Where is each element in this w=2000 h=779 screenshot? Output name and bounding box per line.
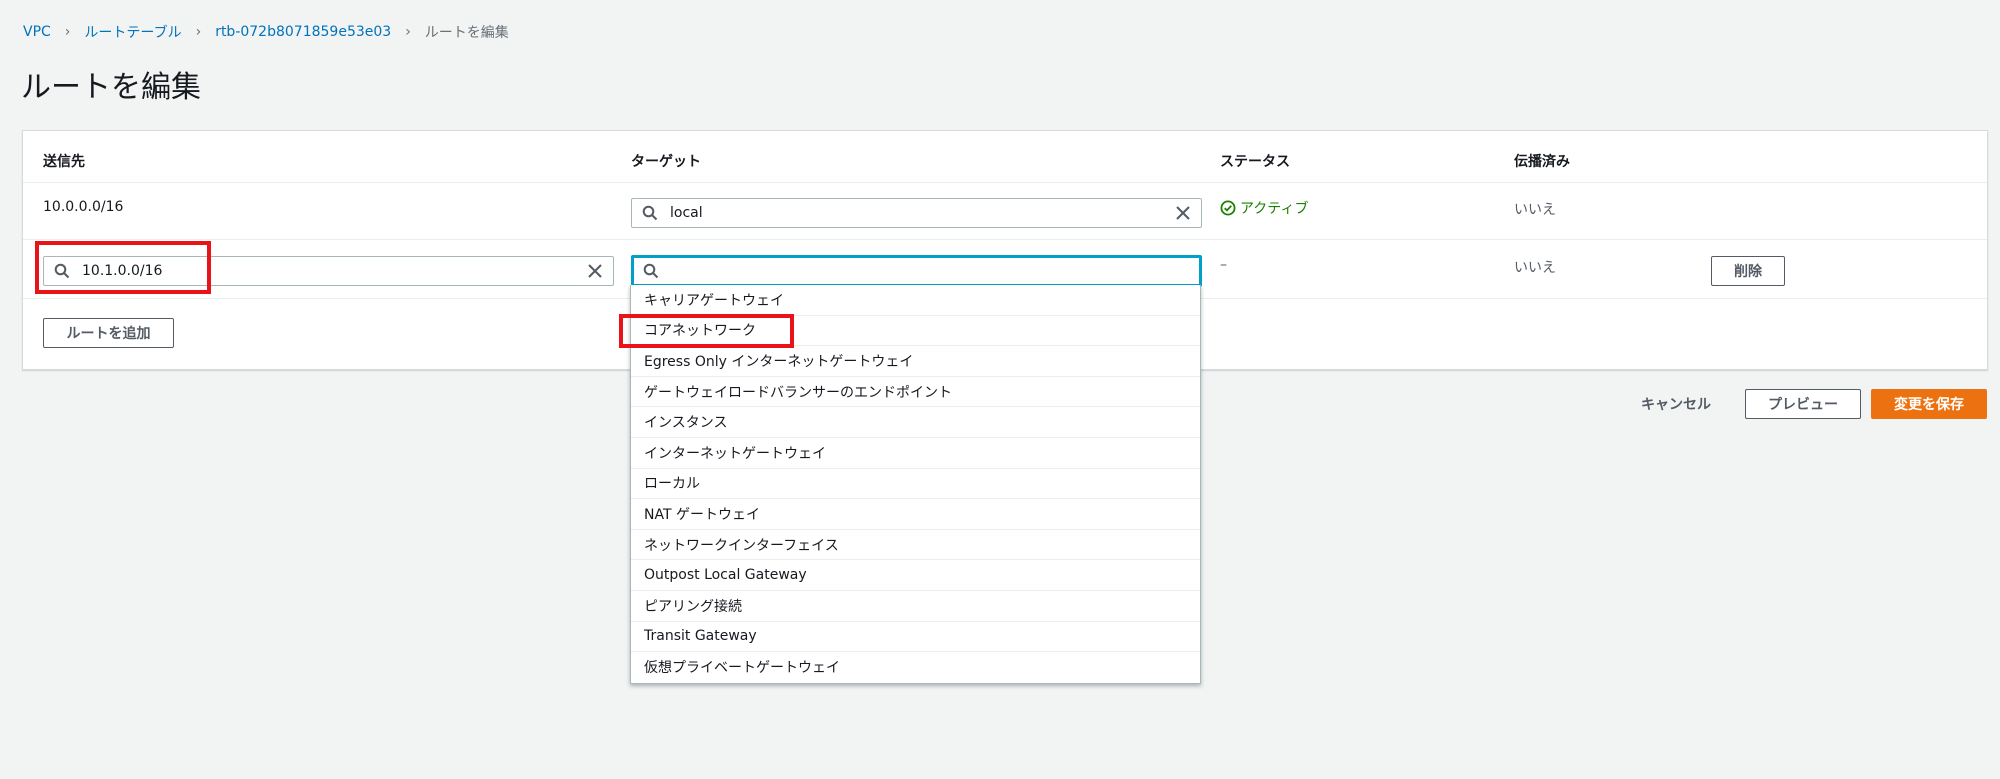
dropdown-option-local[interactable]: ローカル: [631, 469, 1200, 500]
preview-button[interactable]: プレビュー: [1745, 389, 1861, 419]
header-status: ステータス: [1220, 154, 1290, 170]
breadcrumb: VPC › ルートテーブル › rtb-072b8071859e53e03 › …: [23, 22, 509, 42]
remove-route-button[interactable]: 削除: [1711, 256, 1785, 286]
dropdown-option-transit-gateway[interactable]: Transit Gateway: [631, 622, 1200, 653]
breadcrumb-route-table-id[interactable]: rtb-072b8071859e53e03: [215, 24, 391, 40]
row2-destination-value: 10.1.0.0/16: [82, 263, 163, 279]
add-route-button[interactable]: ルートを追加: [43, 318, 174, 348]
dropdown-option-peering-connection[interactable]: ピアリング接続: [631, 591, 1200, 622]
breadcrumb-vpc[interactable]: VPC: [23, 24, 51, 40]
close-icon[interactable]: [587, 263, 603, 279]
divider: [23, 182, 1987, 183]
row1-propagated: いいえ: [1514, 202, 1556, 218]
header-target: ターゲット: [631, 154, 701, 170]
row2-destination-input[interactable]: 10.1.0.0/16: [43, 256, 614, 286]
row1-status: アクティブ: [1220, 198, 1308, 218]
row2-status: –: [1220, 257, 1227, 273]
dropdown-option-carrier-gateway[interactable]: キャリアゲートウェイ: [631, 285, 1200, 316]
search-icon: [54, 263, 70, 279]
row1-status-text: アクティブ: [1240, 201, 1309, 217]
target-dropdown: キャリアゲートウェイ コアネットワーク Egress Only インターネットゲ…: [630, 285, 1201, 684]
header-destination: 送信先: [43, 154, 85, 170]
check-circle-icon: [1220, 200, 1236, 216]
search-icon: [643, 263, 659, 279]
row2-target-input[interactable]: [631, 255, 1202, 287]
close-icon[interactable]: [1175, 205, 1191, 221]
dropdown-option-instance[interactable]: インスタンス: [631, 407, 1200, 438]
search-icon: [642, 205, 658, 221]
header-propagated: 伝播済み: [1514, 154, 1570, 170]
breadcrumb-current: ルートを編集: [424, 25, 509, 41]
dropdown-option-virtual-private-gateway[interactable]: 仮想プライベートゲートウェイ: [631, 652, 1200, 683]
row1-target-input[interactable]: local: [631, 198, 1202, 228]
dropdown-option-gwlb-endpoint[interactable]: ゲートウェイロードバランサーのエンドポイント: [631, 377, 1200, 408]
dropdown-option-egress-only-igw[interactable]: Egress Only インターネットゲートウェイ: [631, 346, 1200, 377]
dropdown-option-core-network[interactable]: コアネットワーク: [631, 316, 1200, 347]
dropdown-option-internet-gateway[interactable]: インターネットゲートウェイ: [631, 438, 1200, 469]
row1-target-value: local: [670, 205, 703, 221]
dropdown-option-network-interface[interactable]: ネットワークインターフェイス: [631, 530, 1200, 561]
page-title: ルートを編集: [21, 70, 201, 105]
chevron-right-icon: ›: [405, 24, 411, 40]
dropdown-option-nat-gateway[interactable]: NAT ゲートウェイ: [631, 499, 1200, 530]
row1-destination: 10.0.0.0/16: [43, 199, 124, 215]
chevron-right-icon: ›: [64, 24, 71, 40]
cancel-button[interactable]: キャンセル: [1632, 389, 1720, 419]
dropdown-option-outpost-local-gateway[interactable]: Outpost Local Gateway: [631, 560, 1200, 591]
chevron-right-icon: ›: [195, 24, 202, 40]
save-changes-button[interactable]: 変更を保存: [1871, 389, 1987, 419]
row2-propagated: いいえ: [1514, 260, 1556, 276]
breadcrumb-route-tables[interactable]: ルートテーブル: [84, 22, 181, 42]
divider: [23, 239, 1987, 240]
